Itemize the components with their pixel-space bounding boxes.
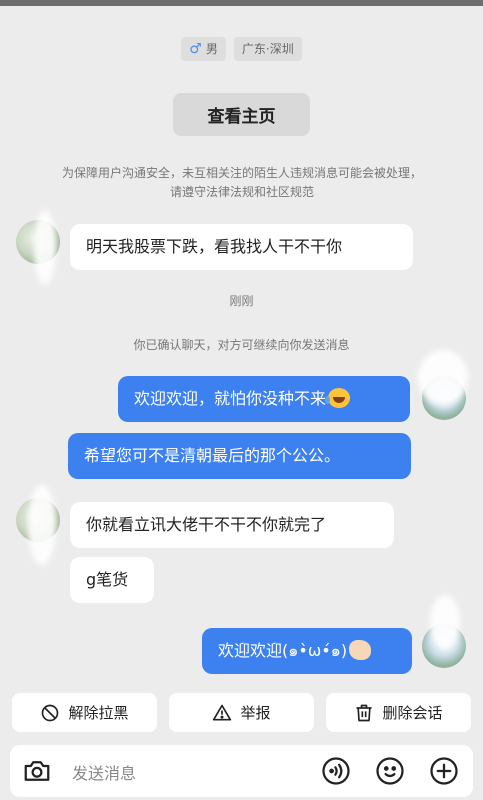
chat-confirm-notice: 你已确认聊天，对方可继续向你发送消息 [133,338,350,352]
unblock-label: 解除拉黑 [68,704,129,722]
gender-tag: ♂ 男 [181,37,226,61]
message-bubble-self[interactable]: 欢迎欢迎(๑•̀ω•́๑) [202,628,412,674]
message-bubble-self[interactable]: 希望您可不是清朝最后的那个公公。 [68,433,411,479]
male-icon: ♂ [189,41,202,57]
conversation-actions: 解除拉黑 举报 删除会话 [12,693,471,732]
camera-icon[interactable] [22,756,52,786]
status-strip [0,0,483,6]
laughing-emoji-icon [325,388,351,408]
voice-icon[interactable] [321,756,351,786]
warning-icon [213,704,232,720]
unblock-icon [42,704,59,721]
delete-conversation-button[interactable]: 删除会话 [326,693,471,732]
message-bubble-other[interactable]: g笔货 [70,557,154,603]
delete-conversation-label: 删除会话 [382,704,443,722]
message-bubble-other[interactable]: 明天我股票下跌，看我找人干不干你 [70,224,413,270]
report-label: 举报 [240,704,271,722]
message-input[interactable]: 发送消息 [72,760,136,784]
message-bubble-self[interactable]: 欢迎欢迎，就怕你没种不来 [118,376,410,422]
privacy-smudge [28,485,56,565]
emoji-icon[interactable] [375,756,405,786]
location-tag: 广东·深圳 [233,37,302,61]
privacy-smudge [418,350,468,405]
view-homepage-button[interactable]: 查看主页 [173,93,310,136]
location-label: 广东·深圳 [241,42,294,56]
privacy-smudge [34,210,56,285]
clapping-hands-icon [349,640,372,660]
message-bubble-other[interactable]: 你就看立讯大佬干不干不你就完了 [70,502,394,548]
report-button[interactable]: 举报 [169,693,314,732]
profile-tags: ♂ 男 广东·深圳 [0,37,483,61]
safety-notice: 为保障用户沟通安全，未互相关注的陌生人违规消息可能会被处理，请遵守法律法规和社区… [61,166,422,199]
message-text: 欢迎欢迎，就怕你没种不来 [134,389,327,408]
message-input-bar: 发送消息 [10,745,473,797]
unblock-button[interactable]: 解除拉黑 [12,693,157,732]
message-text: 欢迎欢迎(๑•̀ω•́๑) [218,641,348,660]
plus-icon[interactable] [429,756,459,786]
timestamp: 刚刚 [229,294,254,308]
gender-label: 男 [205,42,218,56]
trash-icon [356,704,372,721]
privacy-smudge [430,595,460,650]
